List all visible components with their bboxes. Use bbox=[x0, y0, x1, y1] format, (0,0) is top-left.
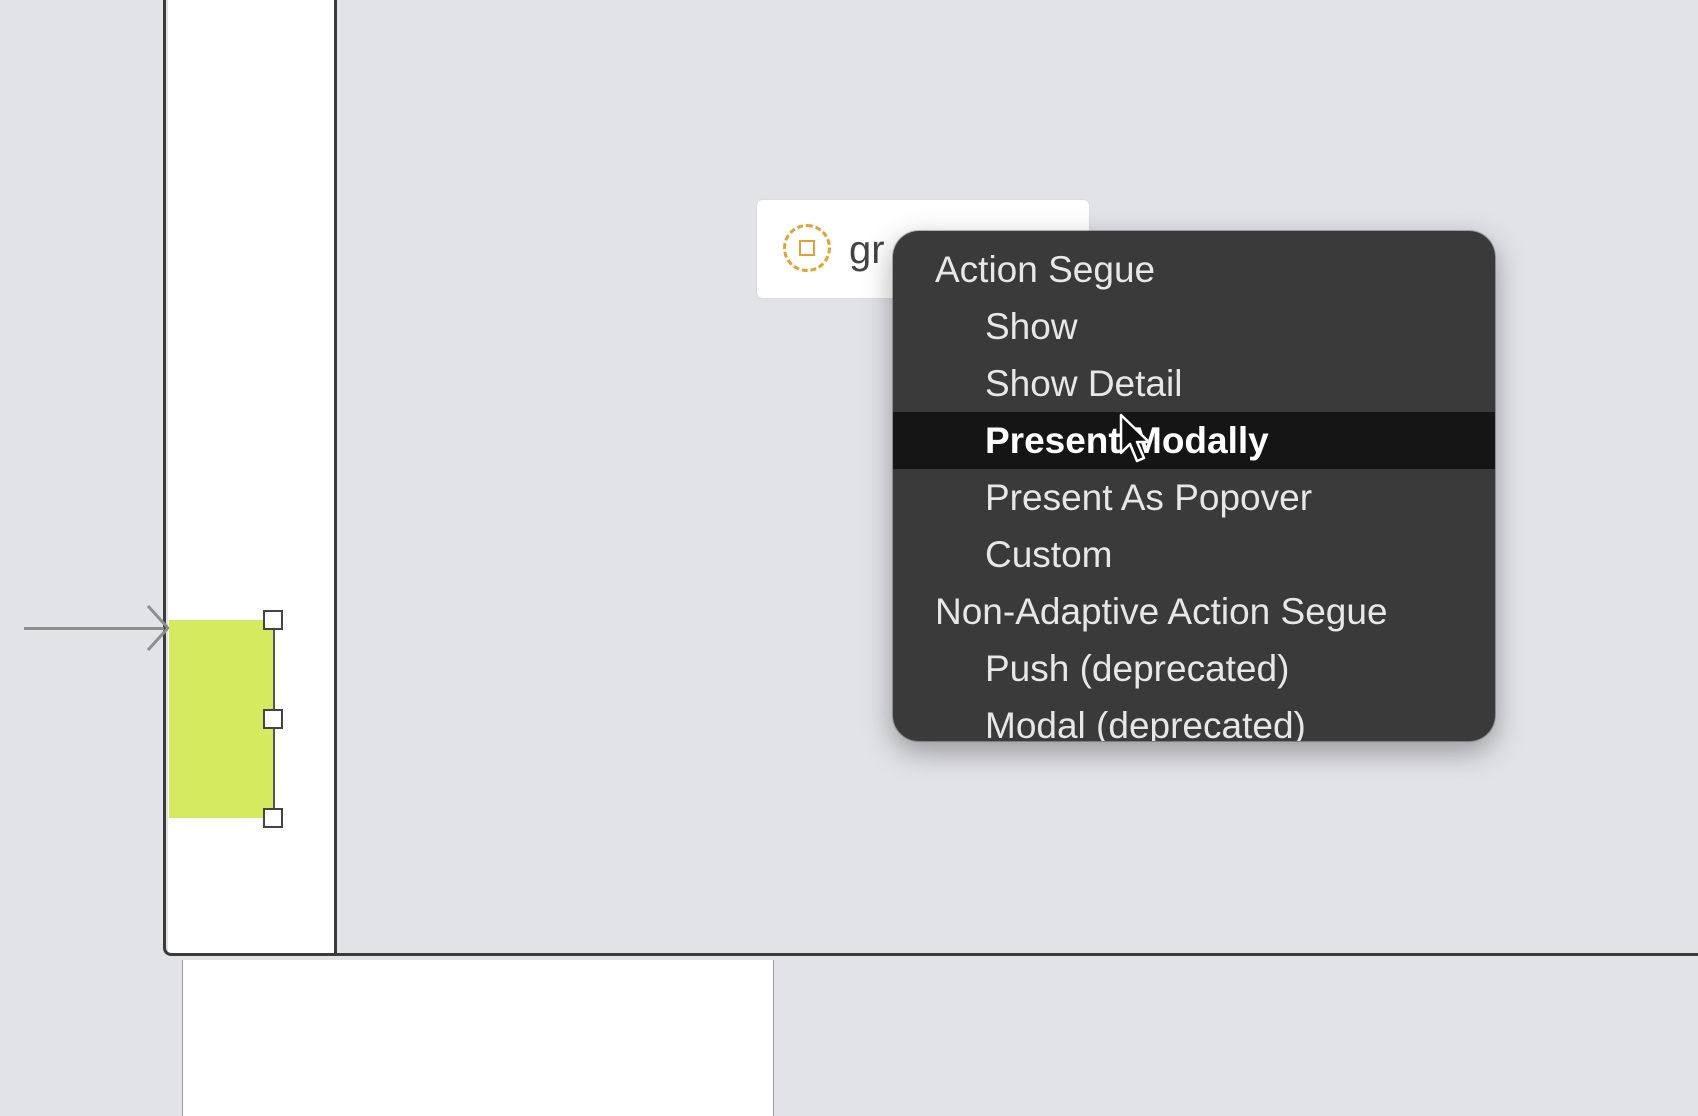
menu-section-header: Action Segue bbox=[935, 249, 1156, 290]
resize-handle-bottom[interactable] bbox=[263, 808, 283, 828]
menu-item-present-modally[interactable]: Present Modally bbox=[893, 412, 1495, 469]
segue-context-menu[interactable]: Action Segue Show Show Detail Present Mo… bbox=[893, 231, 1495, 741]
menu-item-push-deprecated[interactable]: Push (deprecated) bbox=[893, 640, 1495, 697]
entry-point-arrow[interactable] bbox=[24, 627, 164, 630]
secondary-scene[interactable] bbox=[182, 960, 774, 1116]
outlet-circle-icon bbox=[783, 224, 831, 272]
entry-point-arrowhead-icon bbox=[146, 604, 170, 652]
menu-item-show[interactable]: Show bbox=[893, 298, 1495, 355]
resize-handle-middle[interactable] bbox=[263, 709, 283, 729]
menu-item-custom[interactable]: Custom bbox=[893, 526, 1495, 583]
storyboard-canvas[interactable]: gr Action Segue Show Show Detail Present… bbox=[0, 0, 1698, 1116]
outlet-chip-label: gr bbox=[849, 228, 885, 272]
menu-item-modal-deprecated[interactable]: Modal (deprecated) bbox=[893, 697, 1495, 741]
resize-handle-top[interactable] bbox=[263, 610, 283, 630]
mouse-pointer-icon bbox=[1119, 413, 1151, 463]
menu-section-header: Non-Adaptive Action Segue bbox=[935, 591, 1388, 632]
menu-item-present-as-popover[interactable]: Present As Popover bbox=[893, 469, 1495, 526]
menu-item-show-detail[interactable]: Show Detail bbox=[893, 355, 1495, 412]
selected-view[interactable] bbox=[169, 620, 275, 818]
